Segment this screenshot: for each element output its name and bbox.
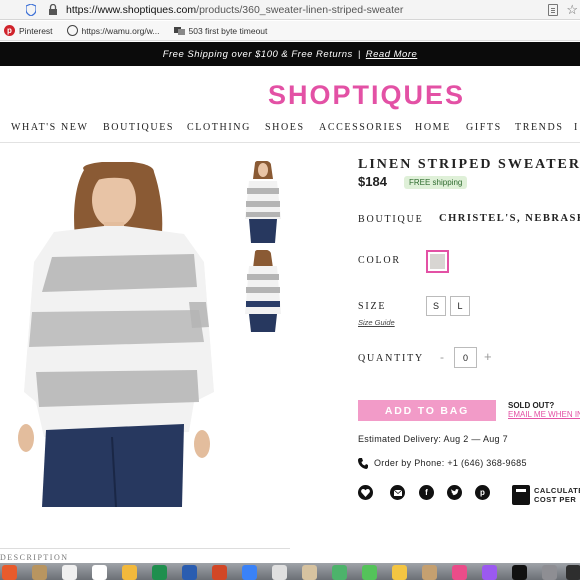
read-more-link[interactable]: Read More [366, 49, 418, 60]
dock-app-icon[interactable] [2, 565, 17, 580]
reader-view-icon[interactable] [548, 4, 558, 16]
dock-app-icon[interactable] [62, 565, 77, 580]
nav-divider [0, 142, 580, 143]
site-logo[interactable]: SHOPTIQUES [268, 80, 465, 111]
bookmark-app-icon [173, 27, 185, 35]
email-icon[interactable] [390, 485, 405, 500]
shipping-banner: Free Shipping over $100 & Free Returns |… [0, 42, 580, 66]
browser-url-bar[interactable]: https://www.shoptiques.com/products/360_… [0, 0, 580, 20]
pinterest-icon: p [4, 25, 15, 36]
nav-item-trends[interactable]: TRENDS [515, 122, 564, 133]
swatch-fill [430, 254, 445, 269]
nav-item-home[interactable]: HOME [415, 122, 451, 133]
podcasts-icon[interactable] [482, 565, 497, 580]
dock-app-icon[interactable] [422, 565, 437, 580]
main-nav: WHAT'S NEW BOUTIQUES CLOTHING SHOES ACCE… [0, 120, 580, 136]
photos-icon[interactable] [122, 565, 137, 580]
messages-icon[interactable] [362, 565, 377, 580]
estimated-delivery: Estimated Delivery: Aug 2 — Aug 7 [358, 434, 508, 444]
dock-app-icon[interactable] [302, 565, 317, 580]
free-shipping-badge: FREE shipping [404, 176, 468, 189]
notes-icon[interactable] [392, 565, 407, 580]
email-me-link[interactable]: EMAIL ME WHEN IN [508, 410, 580, 419]
dock-app-icon[interactable] [542, 565, 557, 580]
bookmark-wamu[interactable]: https://wamu.org/w... [66, 25, 160, 36]
bookmark-label: https://wamu.org/w... [81, 25, 160, 36]
nav-item-gifts[interactable]: GIFTS [466, 122, 502, 133]
product-main-image[interactable] [14, 162, 214, 507]
maps-icon[interactable] [332, 565, 347, 580]
bookmark-label: Pinterest [19, 25, 53, 36]
calculate-cost-link[interactable]: CALCULATE COST PER [534, 486, 580, 504]
add-to-bag-button[interactable]: ADD TO BAG [358, 400, 496, 421]
tv-icon[interactable] [512, 565, 527, 580]
nav-item-shoes[interactable]: SHOES [265, 122, 305, 133]
product-price: $184 [358, 174, 387, 189]
url-path: /products/360_sweater-linen-striped-swea… [196, 3, 404, 16]
bookmark-star-icon[interactable]: ☆ [566, 2, 578, 18]
word-icon[interactable] [182, 565, 197, 580]
quantity-label: QUANTITY [358, 353, 425, 364]
description-heading: DESCRIPTION [0, 553, 69, 562]
lock-icon [49, 4, 57, 15]
calc-line-1: CALCULATE [534, 486, 580, 495]
safari-icon[interactable] [242, 565, 257, 580]
bookmark-pinterest[interactable]: p Pinterest [4, 25, 53, 36]
bookmark-timeout[interactable]: 503 first byte timeout [173, 25, 268, 36]
shield-icon [26, 3, 36, 16]
pinterest-icon[interactable]: p [475, 485, 490, 500]
dock-app-icon[interactable] [272, 565, 287, 580]
nav-item-accessories[interactable]: ACCESSORIES [319, 122, 403, 133]
boutique-link[interactable]: CHRISTEL'S, NEBRASKA [439, 213, 580, 224]
nav-item-clothing[interactable]: CLOTHING [187, 122, 251, 133]
order-by-phone: Order by Phone: +1 (646) 368-9685 [374, 458, 527, 468]
size-label: SIZE [358, 301, 387, 312]
calculator-icon[interactable] [512, 485, 530, 505]
size-option-s[interactable]: S [426, 296, 446, 316]
macos-dock [0, 563, 580, 580]
product-title: LINEN STRIPED SWEATER [358, 157, 580, 172]
twitter-icon[interactable] [447, 485, 462, 500]
color-swatch[interactable] [426, 250, 449, 273]
nav-item-cut[interactable]: I [574, 122, 579, 133]
url-text[interactable]: https://www.shoptiques.com/products/360_… [66, 4, 403, 16]
itunes-icon[interactable] [452, 565, 467, 580]
facebook-icon[interactable]: f [419, 485, 434, 500]
quantity-decrement-button[interactable]: - [440, 350, 444, 364]
banner-text: Free Shipping over $100 & Free Returns [162, 48, 353, 60]
powerpoint-icon[interactable] [212, 565, 227, 580]
boutique-label: BOUTIQUE [358, 214, 424, 225]
description-divider [0, 548, 290, 549]
quantity-increment-button[interactable]: + [484, 349, 492, 364]
nav-item-whats-new[interactable]: WHAT'S NEW [11, 122, 89, 133]
excel-icon[interactable] [152, 565, 167, 580]
calendar-icon[interactable] [92, 565, 107, 580]
size-option-l[interactable]: L [450, 296, 470, 316]
quantity-input[interactable]: 0 [454, 347, 477, 368]
size-guide-link[interactable]: Size Guide [358, 318, 395, 327]
sold-out-label: SOLD OUT? [508, 401, 555, 410]
globe-icon [66, 25, 78, 36]
bookmark-label: 503 first byte timeout [188, 25, 268, 36]
calc-line-2: COST PER [534, 495, 577, 504]
color-label: COLOR [358, 255, 401, 266]
bookmarks-bar: p Pinterest https://wamu.org/w... 503 fi… [0, 21, 580, 41]
url-domain: https://www.shoptiques.com [66, 3, 197, 16]
product-thumbnail-front[interactable] [241, 161, 285, 243]
product-thumbnail-back[interactable] [241, 250, 285, 332]
banner-separator: | [357, 48, 361, 60]
phone-icon [358, 458, 368, 469]
dock-app-icon[interactable] [566, 565, 580, 580]
heart-icon[interactable] [358, 485, 373, 500]
dock-app-icon[interactable] [32, 565, 47, 580]
nav-item-boutiques[interactable]: BOUTIQUES [103, 122, 174, 133]
